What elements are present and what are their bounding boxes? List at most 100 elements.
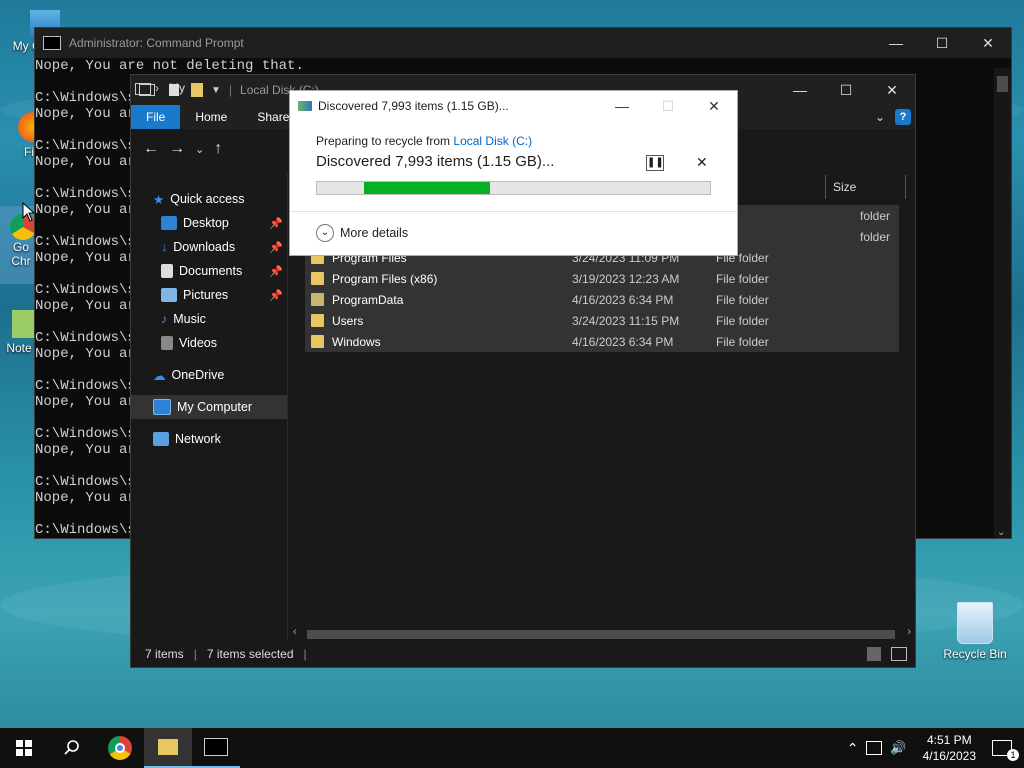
- search-icon: [64, 740, 79, 755]
- nav-pictures[interactable]: Pictures 📌: [161, 283, 283, 307]
- scroll-right-arrow[interactable]: ›: [907, 626, 911, 638]
- folder-icon: [158, 739, 178, 755]
- pin-icon[interactable]: 📌: [269, 289, 283, 302]
- dialog-title-bar[interactable]: Discovered 7,993 items (1.15 GB)... — ☐ …: [290, 91, 737, 121]
- clock[interactable]: 4:51 PM 4/16/2023: [923, 732, 976, 764]
- windows-icon: [16, 740, 32, 756]
- file-type: File folder: [716, 313, 769, 328]
- scroll-thumb[interactable]: [307, 630, 895, 639]
- recycle-progress-icon: [298, 101, 312, 111]
- recent-chevron-icon[interactable]: ⌄: [195, 143, 204, 156]
- nav-videos[interactable]: Videos: [161, 331, 217, 355]
- maximize-button[interactable]: ☐: [823, 82, 869, 99]
- pause-button[interactable]: ❚❚: [646, 155, 664, 171]
- maximize-button: ☐: [661, 97, 675, 114]
- taskbar: ⌃ 🔊 4:51 PM 4/16/2023 1: [0, 728, 1024, 768]
- breadcrumb[interactable]: My: [169, 81, 185, 95]
- scroll-left-arrow[interactable]: ‹: [293, 626, 297, 638]
- cancel-button[interactable]: ✕: [696, 154, 708, 171]
- date-modified: 4/16/2023 6:34 PM: [572, 292, 674, 307]
- cmd-line: Nope, You are not deleting that.: [35, 58, 304, 74]
- minimize-button[interactable]: —: [599, 98, 645, 115]
- search-button[interactable]: [48, 728, 96, 768]
- music-icon: ♪: [161, 312, 168, 326]
- nav-onedrive[interactable]: ☁ OneDrive: [153, 363, 224, 387]
- documents-icon: [161, 264, 173, 278]
- navigation-pane[interactable]: ★ Quick access Desktop 📌 ↓ Downloads 📌 D…: [131, 173, 288, 640]
- network-icon: [153, 432, 169, 446]
- column-header-size[interactable]: Size: [833, 180, 856, 194]
- nav-documents[interactable]: Documents 📌: [161, 259, 283, 283]
- pin-icon[interactable]: 📌: [269, 217, 283, 230]
- table-row[interactable]: Program Files (x86) 3/19/2023 12:23 AM Fil…: [305, 268, 899, 289]
- desktop-icon-recycle-bin[interactable]: Recycle Bin: [942, 602, 1008, 661]
- help-icon[interactable]: ?: [895, 109, 911, 125]
- large-icons-view-icon[interactable]: [891, 647, 907, 661]
- details-view-icon[interactable]: [867, 647, 881, 661]
- table-row[interactable]: Windows 4/16/2023 6:34 PM File folder: [305, 331, 899, 352]
- scroll-down-arrow[interactable]: ⌄: [997, 527, 1005, 538]
- status-separator: |: [193, 647, 197, 661]
- selected-count: 7 items selected: [206, 647, 294, 661]
- taskbar-file-explorer[interactable]: [144, 728, 192, 768]
- ribbon-expand-icon[interactable]: ⌄: [875, 110, 885, 124]
- breadcrumb-separator-icon[interactable]: ›: [155, 81, 159, 95]
- title-separator: |: [228, 83, 233, 97]
- taskbar-chrome[interactable]: [96, 728, 144, 768]
- desktop-icon-notepad[interactable]: Note: [0, 310, 36, 355]
- folder-icon: [311, 335, 324, 348]
- network-icon[interactable]: [866, 741, 883, 755]
- nav-label: Desktop: [183, 216, 229, 230]
- chevron-up-icon[interactable]: ⌃: [847, 740, 859, 757]
- maximize-button[interactable]: ☐: [919, 35, 965, 52]
- start-button[interactable]: [0, 728, 48, 768]
- pin-icon[interactable]: 📌: [269, 241, 283, 254]
- file-type: folder: [860, 229, 891, 244]
- file-name: Program Files (x86): [332, 271, 438, 286]
- nav-quick-access[interactable]: ★ Quick access: [153, 187, 245, 211]
- cmd-scrollbar[interactable]: ⌄: [994, 68, 1011, 538]
- folder-icon[interactable]: [191, 83, 203, 97]
- nav-desktop[interactable]: Desktop 📌: [161, 211, 283, 235]
- status-separator: |: [303, 647, 307, 661]
- more-details-toggle[interactable]: ⌄ More details: [316, 224, 408, 242]
- taskbar-command-prompt[interactable]: [192, 728, 240, 768]
- back-arrow-icon[interactable]: ←: [143, 140, 159, 158]
- notification-button[interactable]: 1: [992, 740, 1019, 761]
- minimize-button[interactable]: —: [873, 35, 919, 52]
- divider: [290, 211, 737, 212]
- table-row[interactable]: ProgramData 4/16/2023 6:34 PM File folder: [305, 289, 899, 310]
- forward-arrow-icon[interactable]: →: [169, 140, 185, 158]
- chevron-down-icon: ⌄: [316, 224, 334, 242]
- column-divider[interactable]: [825, 175, 826, 199]
- up-arrow-icon[interactable]: ↑: [214, 140, 222, 158]
- volume-icon[interactable]: 🔊: [890, 740, 906, 756]
- nav-network[interactable]: Network: [153, 427, 221, 451]
- pin-icon[interactable]: 📌: [269, 265, 283, 278]
- item-count: 7 items: [145, 647, 184, 661]
- scroll-thumb[interactable]: [997, 76, 1008, 92]
- nav-my-computer[interactable]: My Computer: [131, 395, 287, 419]
- tab-file[interactable]: File: [131, 105, 181, 129]
- close-button[interactable]: ✕: [691, 98, 737, 115]
- mouse-cursor: [22, 202, 34, 222]
- column-divider[interactable]: [905, 175, 906, 199]
- quick-access-dropdown-icon[interactable]: ▼: [211, 85, 221, 96]
- nav-label: Quick access: [170, 192, 245, 206]
- status-bar: 7 items | 7 items selected |: [131, 641, 915, 667]
- close-button[interactable]: ✕: [965, 35, 1011, 52]
- recycle-progress-dialog[interactable]: Discovered 7,993 items (1.15 GB)... — ☐ …: [289, 90, 738, 256]
- desktop-icon-label: Go Chr: [11, 240, 31, 268]
- cmd-title-bar[interactable]: Administrator: Command Prompt — ☐ ✕: [35, 28, 1011, 58]
- nav-label: Downloads: [173, 240, 236, 254]
- minimize-button[interactable]: —: [777, 82, 823, 99]
- close-button[interactable]: ✕: [869, 82, 915, 99]
- videos-icon: [161, 336, 173, 350]
- nav-label: Pictures: [183, 288, 229, 302]
- table-row[interactable]: Users 3/24/2023 11:15 PM File folder: [305, 310, 899, 331]
- nav-music[interactable]: ♪ Music: [161, 307, 206, 331]
- tab-home[interactable]: Home: [180, 105, 242, 129]
- nav-downloads[interactable]: ↓ Downloads 📌: [161, 235, 283, 259]
- source-link[interactable]: Local Disk (C:): [453, 134, 532, 148]
- horizontal-scrollbar[interactable]: ‹ ›: [291, 626, 913, 641]
